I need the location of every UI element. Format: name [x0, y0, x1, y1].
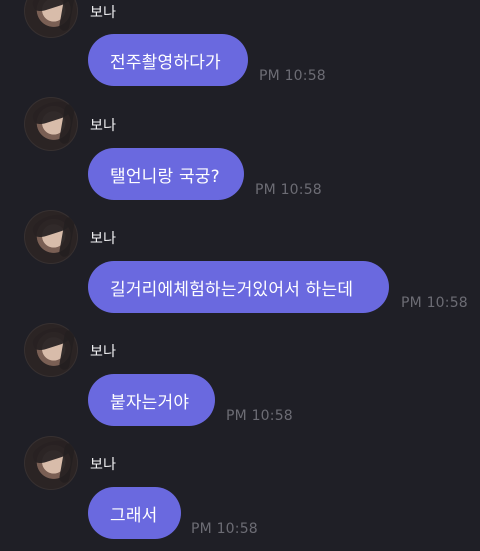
message-time: PM 10:58: [259, 68, 326, 84]
sender-name: 보나: [90, 118, 117, 134]
sender-name: 보나: [90, 5, 117, 21]
message-bubble[interactable]: 길거리에체험하는거있어서 하는데: [88, 261, 389, 313]
message-time: PM 10:58: [191, 521, 258, 537]
message-time: PM 10:58: [401, 295, 468, 311]
sender-name: 보나: [90, 344, 117, 360]
sender-name: 보나: [90, 231, 117, 247]
message-time: PM 10:58: [226, 408, 293, 424]
avatar[interactable]: [24, 210, 78, 264]
avatar[interactable]: [24, 97, 78, 151]
avatar[interactable]: [24, 436, 78, 490]
message-bubble[interactable]: 붙자는거야: [88, 374, 215, 426]
message-bubble[interactable]: 탤언니랑 국궁?: [88, 148, 244, 200]
message-time: PM 10:58: [255, 182, 322, 198]
chat-thread: 보나 전주촬영하다가 PM 10:58 보나 탤언니랑 국궁? PM 10:58…: [0, 0, 480, 551]
avatar[interactable]: [24, 0, 78, 38]
avatar[interactable]: [24, 323, 78, 377]
message-bubble[interactable]: 전주촬영하다가: [88, 34, 248, 86]
message-bubble[interactable]: 그래서: [88, 487, 181, 539]
sender-name: 보나: [90, 457, 117, 473]
